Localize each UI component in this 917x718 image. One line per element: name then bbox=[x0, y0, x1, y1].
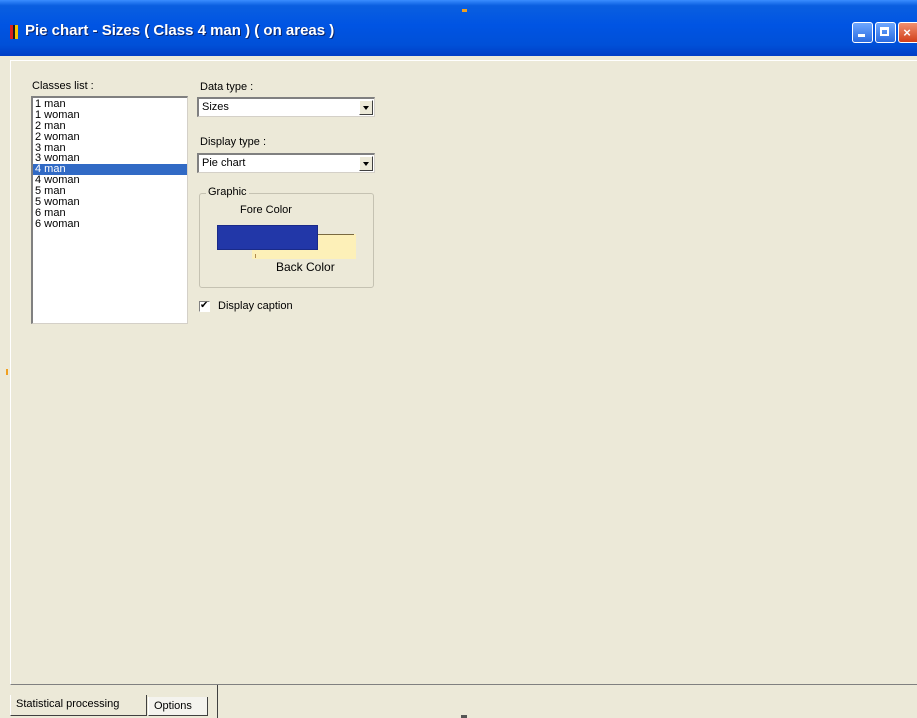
tab-options[interactable]: Options bbox=[148, 697, 208, 716]
close-icon: × bbox=[903, 25, 911, 40]
display-type-label: Display type : bbox=[200, 136, 267, 148]
fore-color-label: Fore Color bbox=[240, 204, 292, 216]
title-bar[interactable]: Pie chart - Sizes ( Class 4 man ) ( on a… bbox=[0, 0, 917, 56]
swatch-connector bbox=[318, 234, 354, 235]
maximize-button[interactable] bbox=[875, 22, 896, 43]
tab-divider bbox=[217, 685, 218, 718]
swatch-tick bbox=[255, 254, 256, 258]
data-type-select[interactable]: Sizes bbox=[197, 97, 375, 117]
tab-statistical-processing[interactable]: Statistical processing bbox=[10, 695, 147, 716]
display-caption-checkbox[interactable]: ✔ bbox=[199, 300, 210, 312]
chevron-down-icon bbox=[363, 162, 369, 166]
window-title: Pie chart - Sizes ( Class 4 man ) ( on a… bbox=[25, 22, 335, 39]
display-type-dropdown-button[interactable] bbox=[359, 156, 373, 171]
minimize-icon bbox=[858, 34, 865, 37]
data-type-dropdown-button[interactable] bbox=[359, 100, 373, 115]
back-color-label: Back Color bbox=[276, 260, 335, 274]
display-type-value: Pie chart bbox=[202, 157, 246, 169]
data-type-label: Data type : bbox=[200, 81, 254, 93]
chevron-down-icon bbox=[363, 106, 369, 110]
checkmark-icon: ✔ bbox=[200, 300, 209, 311]
list-item[interactable]: 6 woman bbox=[33, 218, 187, 230]
classes-list-label: Classes list : bbox=[32, 80, 94, 92]
close-button[interactable]: × bbox=[898, 22, 917, 43]
classes-listbox[interactable]: 1 man 1 woman 2 man 2 woman 3 man 3 woman 4 ma… bbox=[31, 96, 188, 324]
maximize-icon bbox=[880, 27, 889, 36]
graphic-group-title: Graphic bbox=[206, 186, 249, 198]
edge-marker bbox=[6, 369, 8, 375]
display-type-select[interactable]: Pie chart bbox=[197, 153, 375, 173]
display-caption-label[interactable]: Display caption bbox=[218, 300, 293, 312]
title-bar-marker bbox=[462, 9, 467, 12]
minimize-button[interactable] bbox=[852, 22, 873, 43]
graphic-groupbox: Graphic Fore Color Back Color bbox=[199, 186, 374, 288]
list-item[interactable]: 2 woman bbox=[33, 131, 187, 143]
data-type-value: Sizes bbox=[202, 101, 229, 113]
fore-color-swatch[interactable] bbox=[217, 225, 318, 250]
app-icon[interactable] bbox=[10, 25, 19, 39]
